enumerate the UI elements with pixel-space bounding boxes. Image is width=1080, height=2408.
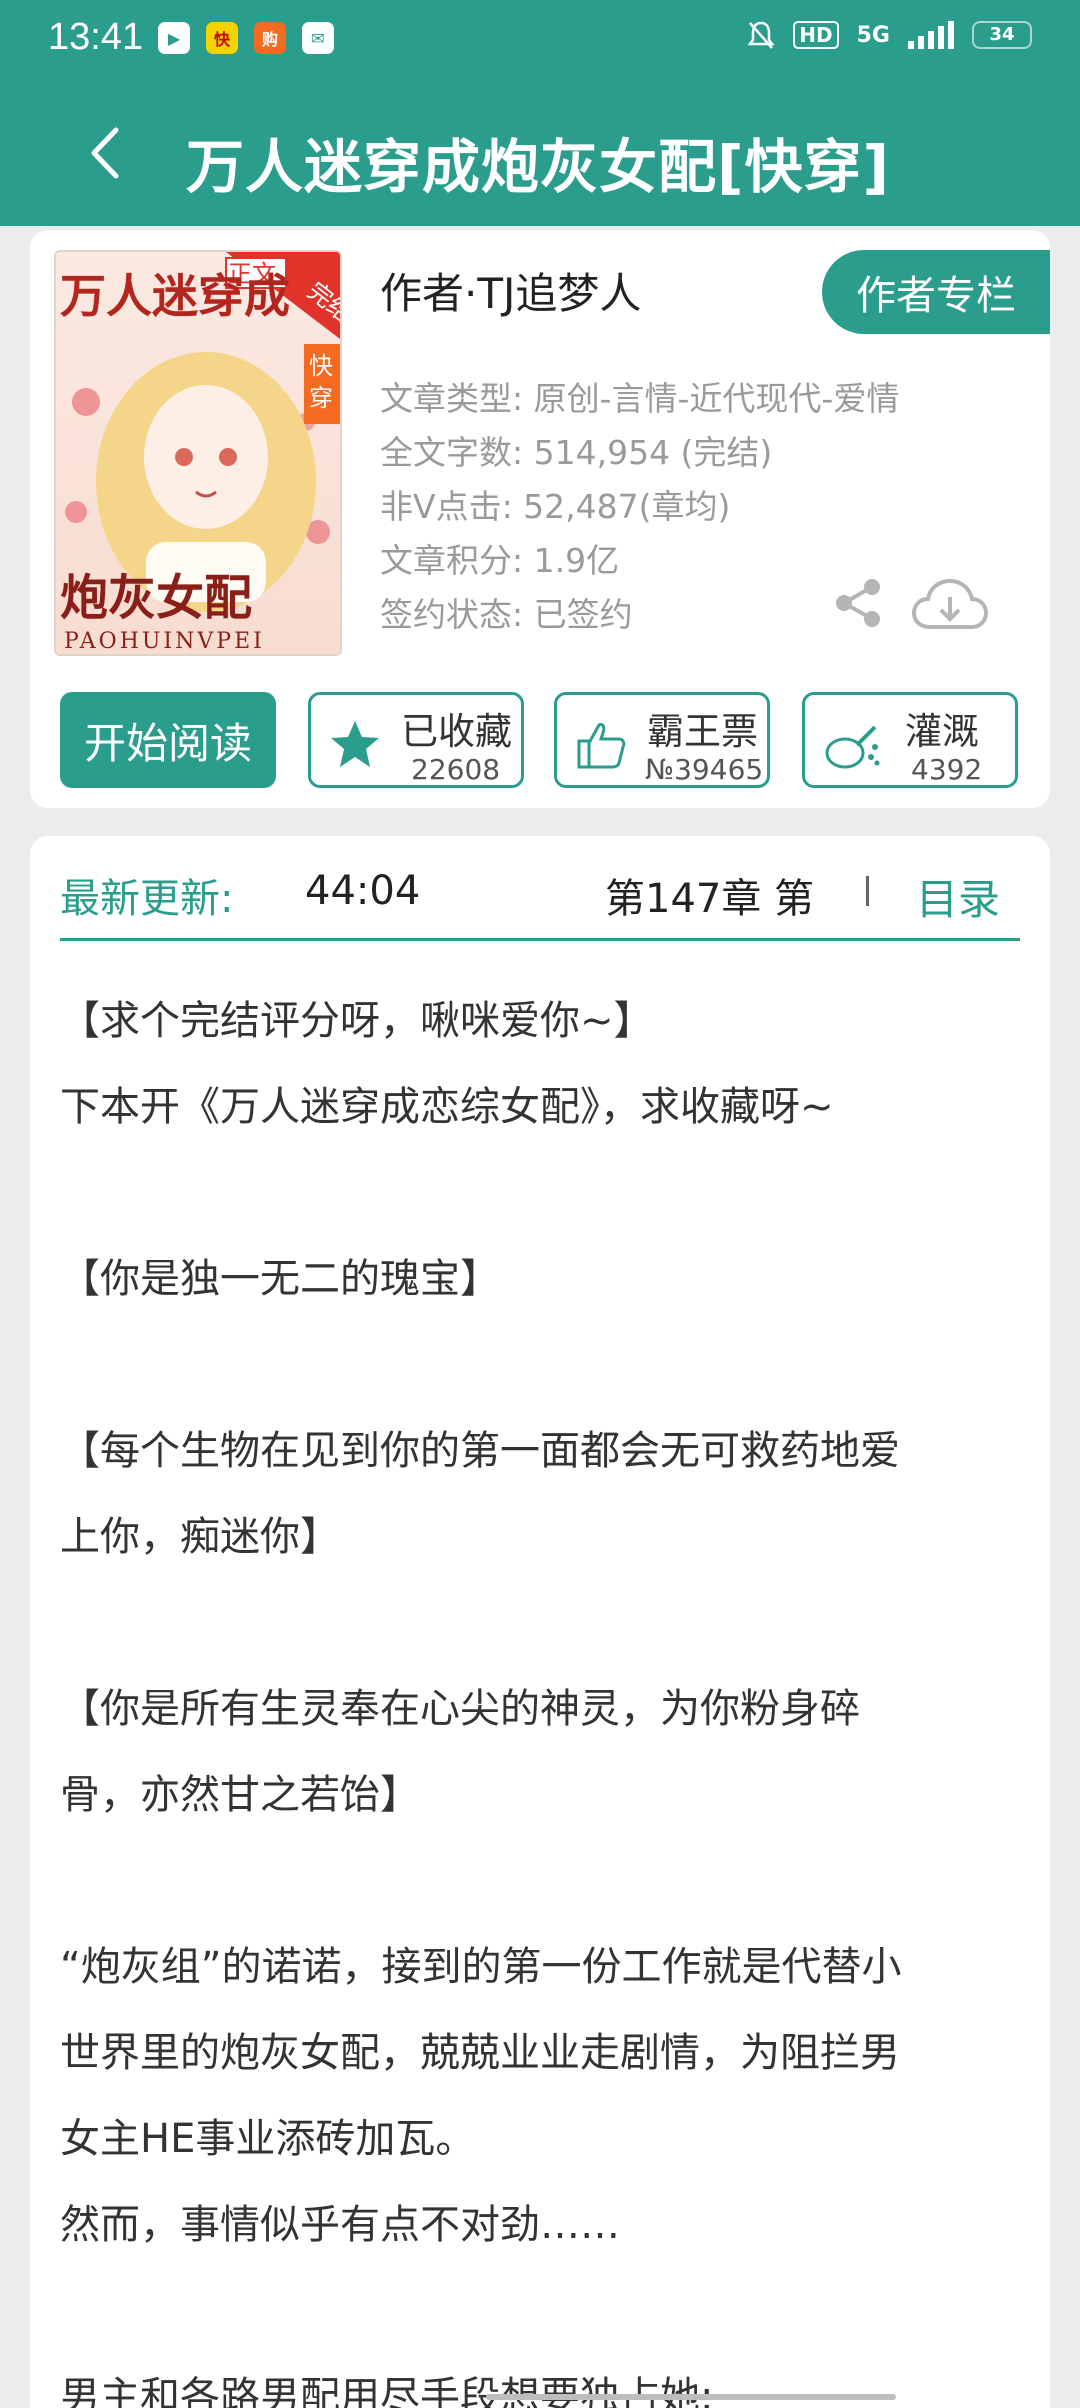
water-button[interactable]: 灌溉 4392 [802,692,1018,788]
water-count: 4392 [911,753,983,786]
book-meta: 文章类型: 原创-言情-近代现代-爱情 全文字数: 514,954 (完结) 非… [380,372,899,642]
water-label: 灌溉 [905,710,979,753]
hd-badge: HD [793,21,839,49]
battery-level: 34 [989,24,1015,45]
intro-line [60,1322,1020,1408]
latest-update-label: 最新更新: [60,876,234,922]
app-header: 13:41 ▶ 快 购 ✉ HD 5G 34 万人迷穿成炮灰女配[快穿] [0,0,1080,226]
intro-line: 世界里的炮灰女配，兢兢业业走剧情，为阻拦男 [60,2030,900,2076]
intro-line [60,1838,1020,1924]
home-indicator[interactable] [486,2394,896,2400]
watering-can-icon [825,725,880,769]
intro-line [60,1150,1020,1236]
share-icon[interactable] [830,575,886,631]
intro-line [60,2268,1020,2354]
cover-title-bottom: 炮灰女配 [60,570,252,626]
content-card: 最新更新: 44:04 第147章 第 目录 【求个完结评分呀，啾咪爱你~】 下… [30,836,1050,2408]
intro-line: 【你是所有生灵奉在心尖的神灵，为你粉身碎 [60,1686,860,1732]
shop-app-icon: 购 [254,22,286,54]
latest-update-time: 44:04 [305,868,421,914]
author-name[interactable]: 作者·TJ追梦人 [380,260,641,321]
meta-score: 文章积分: 1.9亿 [380,541,620,580]
intro-line: 骨，亦然甘之若饴】 [60,1772,420,1818]
status-indicators: HD 5G 34 [747,20,1032,50]
cover-pinyin: PAOHUINVPEI [64,629,265,654]
table-of-contents-link[interactable]: 目录 [916,866,1000,927]
ticket-label: 霸王票 [647,710,758,753]
collect-button[interactable]: 已收藏 22608 [308,692,524,788]
divider-bar [866,876,869,906]
intro-line: 【你是独一无二的瑰宝】 [60,1256,500,1302]
star-icon [331,721,379,767]
status-time: 13:41 [48,16,144,58]
collect-label: 已收藏 [401,710,512,753]
intro-line: 【求个完结评分呀，啾咪爱你~】 [60,998,654,1044]
section-divider [60,938,1020,941]
network-type: 5G [856,22,890,48]
meta-contract: 签约状态: 已签约 [380,595,633,634]
cover-illustration: 完结 正文 快穿 万人迷穿成 炮灰女配 PAOHUINVPEI [56,252,340,654]
intro-line: 然而，事情似乎有点不对劲…… [60,2202,620,2248]
meta-word-count: 全文字数: 514,954 (完结) [380,433,773,472]
intro-line: 【每个生物在见到你的第一面都会无可救药地爱 [60,1428,900,1474]
mute-bell-icon [747,21,775,49]
ticket-button[interactable]: 霸王票 №39465 [554,692,770,788]
video-app-icon: ▶ [158,22,190,54]
book-cover[interactable]: 完结 正文 快穿 万人迷穿成 炮灰女配 PAOHUINVPEI [54,250,342,656]
page-title: 万人迷穿成炮灰女配[快穿] [186,133,891,201]
book-intro: 【求个完结评分呀，啾咪爱你~】 下本开《万人迷穿成恋综女配》，求收藏呀~ 【你是… [60,978,1020,2408]
intro-line: 女主HE事业添砖加瓦。 [60,2116,476,2162]
latest-chapter-link[interactable]: 第147章 第 [605,866,814,924]
start-reading-button[interactable]: 开始阅读 [60,692,276,788]
battery-icon: 34 [972,21,1032,49]
author-column-button[interactable]: 作者专栏 [822,250,1050,334]
collect-count: 22608 [411,753,501,786]
thumbs-up-icon [577,723,626,769]
download-cloud-icon[interactable] [910,575,990,635]
book-info-card: 完结 正文 快穿 万人迷穿成 炮灰女配 PAOHUINVPEI 作者·TJ追梦人… [30,230,1050,808]
chevron-left-icon [91,127,119,179]
back-button[interactable] [80,118,130,188]
ticket-count: №39465 [645,753,764,786]
intro-line: 上你，痴迷你】 [60,1514,340,1560]
kuaikan-app-icon: 快 [206,22,238,54]
status-app-icons: ▶ 快 购 ✉ [158,22,334,54]
signal-icon [908,21,954,49]
cover-title-top: 万人迷穿成 [60,269,290,323]
message-app-icon: ✉ [302,22,334,54]
meta-genre: 文章类型: 原创-言情-近代现代-爱情 [380,379,900,418]
intro-line: “炮灰组”的诺诺，接到的第一份工作就是代替小 [60,1944,902,1990]
intro-line: 下本开《万人迷穿成恋综女配》，求收藏呀~ [60,1084,834,1130]
meta-clicks: 非V点击: 52,487(章均) [380,487,731,526]
intro-line [60,1580,1020,1666]
